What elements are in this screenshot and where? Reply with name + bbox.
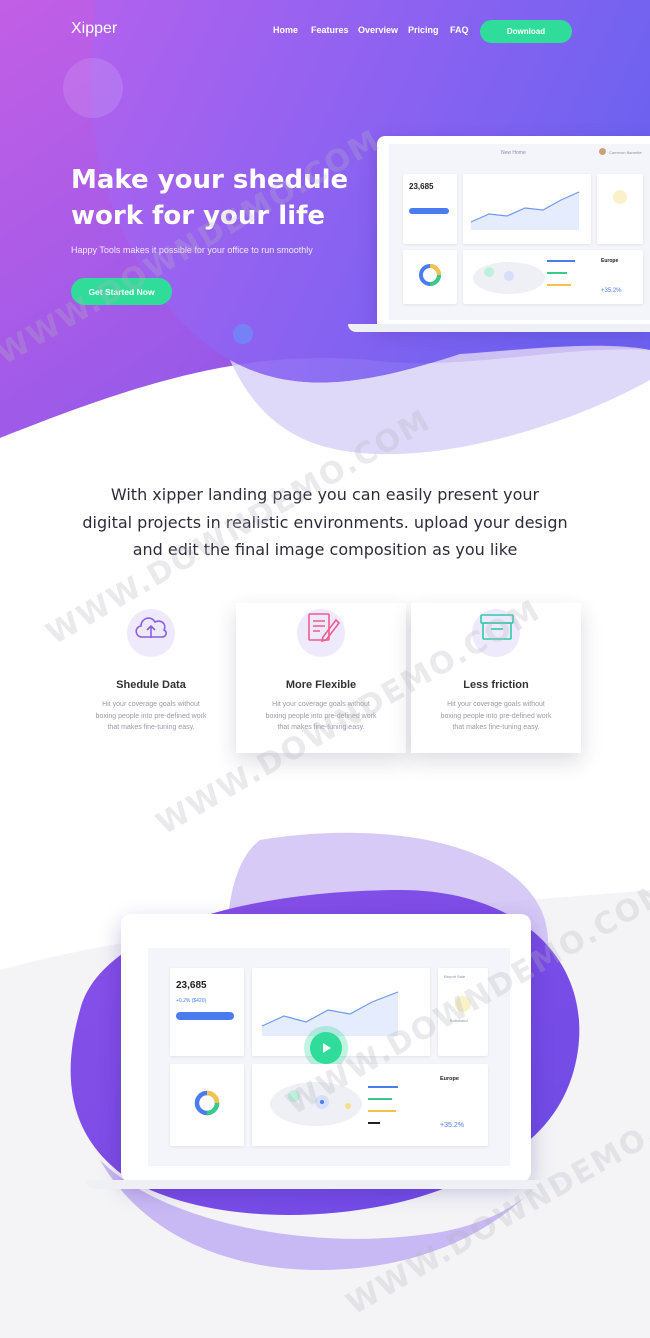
hero-laptop-mockup: New Home Cameron Barnette 23,685 Europe … — [377, 136, 650, 326]
coin-icon — [613, 190, 627, 204]
line-chart — [470, 191, 580, 230]
dashboard-screen: 23,685 +0.2% ($420) Report Sale Botswand — [148, 948, 510, 1166]
feature-desc-line: Hit your coverage goals without — [102, 701, 200, 708]
bar-2 — [547, 272, 567, 274]
hero-laptop-base — [348, 324, 650, 332]
region-value: +35.2% — [601, 288, 622, 294]
feature-desc-line: that makes fine-tuning easy. — [107, 724, 195, 731]
feature-desc-line: Hit your coverage goals without — [447, 701, 545, 708]
feature-desc-line: boxing people into pre-defined work — [95, 712, 207, 720]
balance-value: 23,685 — [176, 980, 207, 991]
user-avatar — [599, 148, 606, 155]
report-card — [597, 174, 643, 244]
nav-pricing[interactable]: Pricing — [408, 25, 439, 35]
brand-logo[interactable]: Xipper — [71, 20, 117, 38]
bar-2 — [368, 1098, 392, 1100]
donut-chart — [419, 264, 441, 286]
report-card-title: Report Sale — [444, 974, 466, 979]
document-pen-icon — [308, 613, 341, 643]
balance-card: 23,685 +0.2% ($420) — [170, 968, 244, 1056]
region-title: Europe — [440, 1076, 459, 1082]
nav-faq[interactable]: FAQ — [450, 25, 469, 35]
intro-line-2: digital projects in realistic environmen… — [82, 512, 568, 532]
bar-3 — [547, 284, 571, 286]
bar-4 — [368, 1122, 380, 1124]
showcase-laptop-base — [86, 1180, 566, 1189]
region-title: Europe — [601, 258, 619, 264]
map-card: Europe +35.2% — [463, 250, 643, 304]
dashboard-user-name: Cameron Barnette — [609, 150, 642, 155]
bar-1 — [368, 1086, 398, 1088]
nav-home[interactable]: Home — [273, 25, 298, 35]
feature-description: Hit your coverage goals without boxing p… — [429, 699, 563, 734]
download-button[interactable]: Download — [480, 20, 572, 43]
dashboard-top-label: New Home — [501, 150, 526, 156]
bar-1 — [547, 260, 575, 262]
play-icon — [323, 1043, 331, 1053]
donut-card — [170, 1064, 244, 1146]
feature-description: Hit your coverage goals without boxing p… — [84, 699, 218, 734]
feature-title: Shedule Data — [116, 679, 186, 691]
donut-card — [403, 250, 457, 304]
nav-overview[interactable]: Overview — [358, 25, 398, 35]
world-map — [473, 262, 545, 294]
line-chart-card — [463, 174, 591, 244]
feature-desc-line: that makes fine-tuning easy. — [452, 724, 540, 731]
balance-card: 23,685 — [403, 174, 457, 244]
feature-desc-line: boxing people into pre-defined work — [440, 712, 552, 720]
balance-value: 23,685 — [409, 182, 434, 191]
balance-action-button[interactable] — [409, 208, 449, 214]
showcase-laptop-mockup: 23,685 +0.2% ($420) Report Sale Botswand — [121, 914, 531, 1182]
bar-3 — [368, 1110, 396, 1112]
dashboard-screen: New Home Cameron Barnette 23,685 Europe … — [389, 144, 650, 320]
cloud-upload-icon — [135, 617, 167, 638]
region-value: +35.2% — [440, 1122, 464, 1129]
balance-change: +0.2% ($420) — [176, 998, 207, 1004]
nav-features[interactable]: Features — [311, 25, 349, 35]
balance-action-button[interactable] — [176, 1012, 234, 1020]
donut-chart — [194, 1090, 220, 1116]
